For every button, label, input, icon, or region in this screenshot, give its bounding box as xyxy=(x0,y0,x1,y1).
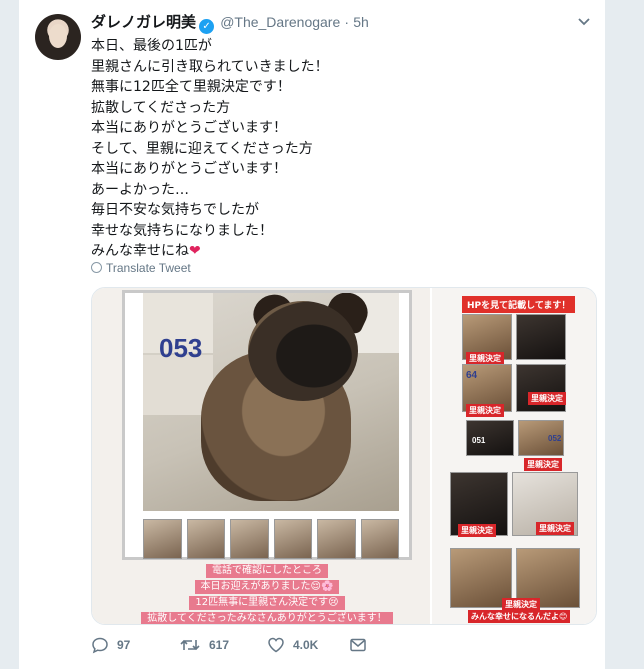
author-avatar[interactable] xyxy=(35,14,81,60)
retweet-count: 617 xyxy=(209,638,230,652)
globe-icon xyxy=(91,262,102,273)
puppy-thumb xyxy=(516,314,566,360)
reply-button[interactable]: 97 xyxy=(91,636,130,654)
tweet-text: 本日、最後の1匹が 里親さんに引き取られていきました！ 無事に12匹全て里親決定… xyxy=(91,36,591,262)
adopted-tag: 里親決定 xyxy=(536,522,574,535)
tweet-timestamp[interactable]: 5h xyxy=(353,14,369,30)
caption-line: 12匹無事に里親さん決定です😢 xyxy=(189,596,345,610)
heart-emoji: ❤ xyxy=(189,243,201,259)
media-image-left[interactable]: 053 電話で確認にしたところ 本日お迎えがありました😌🌸 12匹無事に里親さん… xyxy=(92,288,430,624)
tweet-actions: 97 617 4.0K xyxy=(91,636,591,660)
message-icon xyxy=(350,638,366,652)
puppy-photo: 053 xyxy=(143,293,399,511)
direct-message-button[interactable] xyxy=(349,636,367,654)
hp-label: HPを見て記載してます！ xyxy=(462,296,576,313)
adopted-tag: 里親決定 xyxy=(458,524,496,537)
tweet-line: 本当にありがとうございます！ xyxy=(91,120,287,136)
tweet-header: ダレノガレ明美 ✓ @The_Darenogare · 5h xyxy=(91,12,369,34)
tweet-line: みんな幸せにね❤ xyxy=(91,241,591,262)
tweet-line: 幸せな気持ちになりました！ xyxy=(91,222,273,239)
poster-caption: 電話で確認にしたところ 本日お迎えがありました😌🌸 12匹無事に里親さん決定です… xyxy=(132,563,402,624)
media-image-right[interactable]: HPを見て記載してます！ 里親決定 64 里親決定 里親決定 051 052 里… xyxy=(432,288,596,624)
tweet-line: 毎日不安な気持ちでしたが xyxy=(91,202,259,218)
happy-tag: みんな幸せになるんだよ😊 xyxy=(468,610,571,623)
tweet-line: そして、里親に迎えてくださった方 xyxy=(91,140,313,157)
puppy-number-64: 64 xyxy=(466,370,478,381)
puppy-number-052: 052 xyxy=(548,434,562,443)
tweet-line: 無事に12匹全て里親決定です！ xyxy=(91,79,291,95)
like-button[interactable]: 4.0K xyxy=(267,636,318,654)
adopted-tag: 里親決定 xyxy=(528,392,566,405)
caption-line: 拡散してくださったみなさんありがとうございます！ xyxy=(141,612,393,624)
verified-badge-icon: ✓ xyxy=(199,19,215,34)
tweet-line: 本日、最後の1匹が xyxy=(91,38,212,54)
tweet-card: ダレノガレ明美 ✓ @The_Darenogare · 5h 本日、最後の1匹が … xyxy=(18,0,606,669)
reply-icon xyxy=(92,637,108,654)
caption-line: 本日お迎えがありました😌🌸 xyxy=(194,580,340,594)
separator-dot: · xyxy=(344,14,350,30)
reply-count: 97 xyxy=(117,638,131,652)
tweet-line: 本当にありがとうございます！ xyxy=(91,161,287,177)
translate-label: Translate Tweet xyxy=(106,261,191,275)
adoption-poster: 053 xyxy=(122,290,412,560)
like-icon xyxy=(268,637,284,653)
tweet-line: 里親さんに引き取られていきました！ xyxy=(91,58,329,75)
author-handle[interactable]: @The_Darenogare xyxy=(220,14,340,30)
tweet-line-text: みんな幸せにね xyxy=(91,243,189,259)
adopted-tag: 里親決定 xyxy=(524,458,562,471)
adopted-tag: 里親決定 xyxy=(466,404,504,417)
tweet-line: 拡散してくださった方 xyxy=(91,99,231,116)
translate-tweet-link[interactable]: Translate Tweet xyxy=(91,261,191,275)
chevron-down-icon[interactable] xyxy=(577,14,591,30)
puppy-number-051: 051 xyxy=(472,436,486,445)
like-count: 4.0K xyxy=(293,638,319,652)
tweet-media[interactable]: 053 電話で確認にしたところ 本日お迎えがありました😌🌸 12匹無事に里親さん… xyxy=(91,287,597,625)
puppy-number: 053 xyxy=(159,333,203,363)
puppy-head xyxy=(248,301,358,401)
retweet-button[interactable]: 617 xyxy=(179,636,229,654)
retweet-icon xyxy=(180,639,200,651)
thumbnail-strip xyxy=(143,519,399,559)
caption-line: 電話で確認にしたところ xyxy=(206,564,328,578)
author-name[interactable]: ダレノガレ明美 xyxy=(91,14,196,31)
tweet-line: あーよかった… xyxy=(91,181,189,198)
